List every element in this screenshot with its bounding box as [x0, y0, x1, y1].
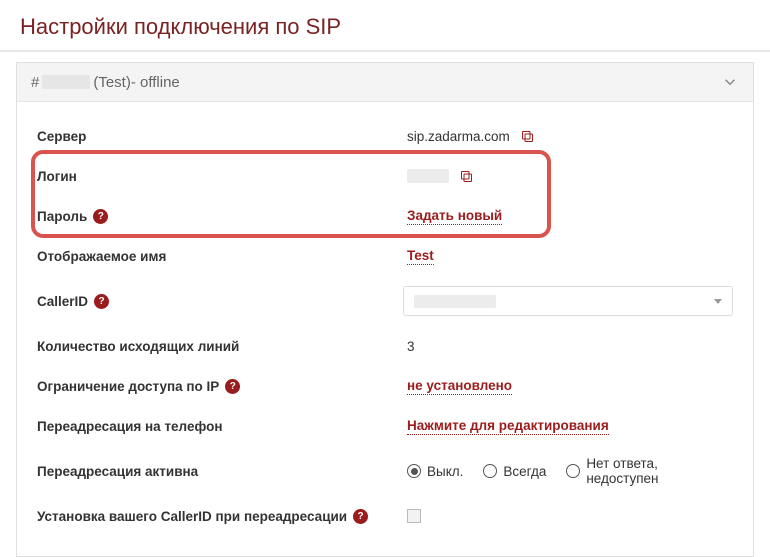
- row-password: Пароль ? Задать новый: [37, 196, 733, 236]
- row-login: Логин: [37, 156, 733, 196]
- label-login: Логин: [37, 169, 407, 184]
- dropdown-arrow-icon: [714, 299, 722, 304]
- copy-icon[interactable]: [520, 129, 535, 144]
- label-callerid-forward: Установка вашего CallerID при переадреса…: [37, 509, 347, 524]
- redacted-number: [42, 75, 90, 89]
- status-text: - offline: [131, 74, 180, 91]
- row-callerid-forward: Установка вашего CallerID при переадреса…: [37, 496, 733, 536]
- radio-off-label: Выкл.: [427, 464, 463, 479]
- iplimit-value[interactable]: не установлено: [407, 378, 512, 395]
- lines-value: 3: [407, 339, 415, 354]
- label-server: Сервер: [37, 129, 407, 144]
- row-lines: Количество исходящих линий 3: [37, 326, 733, 366]
- callerid-value-redacted: [414, 295, 496, 308]
- radio-icon: [483, 464, 497, 478]
- help-icon[interactable]: ?: [353, 509, 368, 524]
- help-icon[interactable]: ?: [93, 209, 108, 224]
- radio-noanswer[interactable]: Нет ответа, недоступен: [566, 456, 733, 486]
- forward-phone-value[interactable]: Нажмите для редактирования: [407, 418, 609, 435]
- sip-panel: # (Test) - offline Сервер sip.zadarma.co…: [16, 62, 754, 557]
- forward-active-radios: Выкл. Всегда Нет ответа, недоступен: [407, 456, 733, 486]
- radio-always[interactable]: Всегда: [483, 464, 546, 479]
- row-displayname: Отображаемое имя Test: [37, 236, 733, 276]
- callerid-select[interactable]: [403, 286, 733, 316]
- hash-prefix: #: [31, 74, 39, 91]
- row-callerid: CallerID ?: [37, 276, 733, 326]
- callerid-forward-checkbox[interactable]: [407, 509, 421, 523]
- label-displayname: Отображаемое имя: [37, 249, 407, 264]
- radio-noanswer-label: Нет ответа, недоступен: [586, 456, 733, 486]
- radio-icon: [566, 464, 580, 478]
- copy-icon[interactable]: [459, 169, 474, 184]
- radio-off[interactable]: Выкл.: [407, 464, 463, 479]
- row-forward-active: Переадресация активна Выкл. Всегда Нет о…: [37, 446, 733, 496]
- help-icon[interactable]: ?: [94, 294, 109, 309]
- test-suffix: (Test): [93, 74, 131, 91]
- label-lines: Количество исходящих линий: [37, 339, 407, 354]
- label-forward-active: Переадресация активна: [37, 464, 407, 479]
- label-forward-phone: Переадресация на телефон: [37, 419, 407, 434]
- page-title: Настройки подключения по SIP: [0, 0, 770, 52]
- row-iplimit: Ограничение доступа по IP ? не установле…: [37, 366, 733, 406]
- label-iplimit: Ограничение доступа по IP: [37, 379, 219, 394]
- panel-header[interactable]: # (Test) - offline: [17, 63, 753, 102]
- login-value-redacted: [407, 169, 449, 183]
- radio-icon: [407, 464, 421, 478]
- set-new-password-link[interactable]: Задать новый: [407, 208, 502, 225]
- displayname-value[interactable]: Test: [407, 248, 434, 265]
- radio-always-label: Всегда: [503, 464, 546, 479]
- label-callerid: CallerID: [37, 294, 88, 309]
- row-server: Сервер sip.zadarma.com: [37, 116, 733, 156]
- help-icon[interactable]: ?: [225, 379, 240, 394]
- panel-body: Сервер sip.zadarma.com Логин: [17, 102, 753, 556]
- server-value: sip.zadarma.com: [407, 129, 510, 144]
- label-password: Пароль: [37, 209, 87, 224]
- row-forward-phone: Переадресация на телефон Нажмите для ред…: [37, 406, 733, 446]
- chevron-down-icon[interactable]: [721, 73, 739, 91]
